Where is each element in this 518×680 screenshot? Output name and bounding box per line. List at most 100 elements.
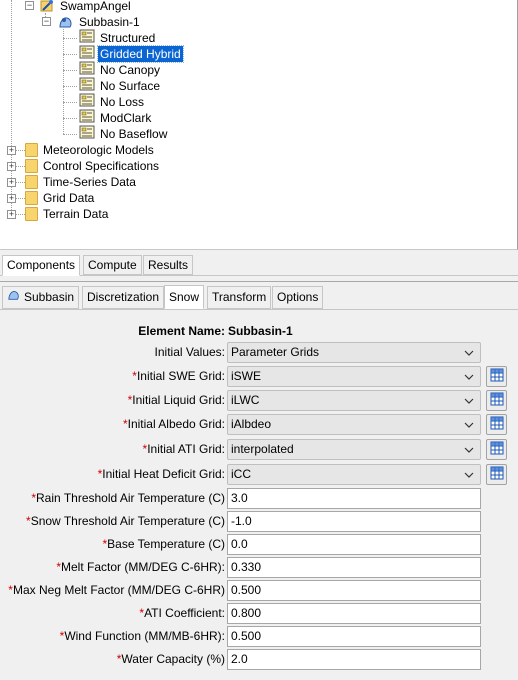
collapse-subbasin-toggle[interactable]: −	[42, 17, 51, 26]
expand-folder-toggle[interactable]: +	[7, 194, 16, 203]
rain-threshold-row: *Rain Threshold Air Temperature (C) 3.0	[0, 487, 518, 509]
initial-albedo-grid-row: *Initial Albedo Grid: iAlbdeo	[0, 413, 518, 435]
folder-icon	[25, 191, 38, 205]
chevron-down-icon	[462, 465, 476, 484]
initial-heat-deficit-grid-row: *Initial Heat Deficit Grid: iCC	[0, 463, 518, 485]
tree-node-folder[interactable]: Grid Data	[25, 190, 96, 206]
max-neg-melt-factor-input[interactable]: 0.500	[227, 580, 481, 601]
tree-node-method[interactable]: ModClark	[79, 109, 153, 126]
grid-picker-button[interactable]	[486, 390, 507, 411]
tab-components[interactable]: Components	[2, 255, 81, 276]
initial-heat-deficit-grid-select[interactable]: iCC	[227, 464, 481, 485]
ati-coefficient-row: *ATI Coefficient: 0.800	[0, 602, 518, 624]
expand-folder-toggle[interactable]: +	[7, 210, 16, 219]
initial-ati-grid-select[interactable]: interpolated	[227, 439, 481, 460]
tree-label: Time-Series Data	[43, 175, 136, 189]
wind-function-row: *Wind Function (MM/MB-6HR): 0.500	[0, 625, 518, 647]
chevron-down-icon	[462, 367, 476, 386]
grid-picker-button[interactable]	[486, 439, 507, 460]
tab-subbasin[interactable]: Subbasin	[2, 286, 80, 309]
chevron-down-icon	[462, 343, 476, 362]
field-label: *Snow Threshold Air Temperature (C)	[26, 514, 225, 528]
tree-node-folder[interactable]: Time-Series Data	[25, 174, 138, 190]
select-value: iAlbdeo	[231, 417, 272, 431]
max-neg-melt-factor-row: *Max Neg Melt Factor (MM/DEG C-6HR) 0.50…	[0, 579, 518, 601]
grid-icon	[490, 392, 504, 409]
expand-folder-toggle[interactable]: +	[7, 178, 16, 187]
folder-icon	[25, 207, 38, 221]
tree-node-method[interactable]: No Loss	[79, 93, 146, 110]
tab-options[interactable]: Options	[272, 286, 324, 309]
tab-discretization[interactable]: Discretization	[82, 286, 165, 309]
field-label: *Initial Liquid Grid:	[127, 393, 225, 407]
tree-node-folder[interactable]: Meteorologic Models	[25, 142, 156, 158]
expand-folder-toggle[interactable]: +	[7, 146, 16, 155]
tree-node-folder[interactable]: Control Specifications	[25, 158, 161, 174]
tree-label: Meteorologic Models	[43, 143, 154, 157]
tree-node-method[interactable]: No Surface	[79, 77, 162, 94]
melt-factor-row: *Melt Factor (MM/DEG C-6HR): 0.330	[0, 556, 518, 578]
tree-label: Gridded Hybrid	[97, 45, 184, 63]
panel-separator[interactable]	[0, 281, 518, 282]
initial-albedo-grid-select[interactable]: iAlbdeo	[227, 414, 481, 435]
field-label: *Water Capacity (%)	[116, 652, 225, 666]
tree-node-method[interactable]: No Baseflow	[79, 125, 169, 142]
grid-icon	[490, 466, 504, 483]
initial-liquid-grid-select[interactable]: iLWC	[227, 390, 481, 411]
component-tree: − SwampAngel − Subbasin-1 Structured Gri…	[0, 0, 518, 250]
subbasin-icon	[58, 15, 74, 29]
base-temperature-row: *Base Temperature (C) 0.0	[0, 533, 518, 555]
tree-node-method[interactable]: No Canopy	[79, 61, 162, 78]
element-name-row: Element Name: Subbasin-1	[0, 320, 518, 342]
tab-label: Subbasin	[24, 290, 75, 304]
snow-threshold-input[interactable]: -1.0	[227, 511, 481, 532]
grid-icon	[490, 368, 504, 385]
snow-editor-form: Element Name: Subbasin-1 Initial Values:…	[0, 310, 518, 680]
water-capacity-row: *Water Capacity (%) 2.0	[0, 648, 518, 670]
tree-label: No Baseflow	[100, 127, 168, 141]
grid-icon	[490, 416, 504, 433]
ati-coefficient-input[interactable]: 0.800	[227, 603, 481, 624]
tab-transform[interactable]: Transform	[207, 286, 272, 309]
initial-values-label: Initial Values:	[154, 345, 225, 359]
snow-threshold-row: *Snow Threshold Air Temperature (C) -1.0	[0, 510, 518, 532]
tab-snow[interactable]: Snow	[164, 285, 205, 309]
rain-threshold-input[interactable]: 3.0	[227, 488, 481, 509]
expand-folder-toggle[interactable]: +	[7, 162, 16, 171]
tree-node-method[interactable]: Structured	[79, 29, 157, 46]
base-temperature-input[interactable]: 0.0	[227, 534, 481, 555]
tree-label: Terrain Data	[43, 207, 109, 221]
initial-liquid-grid-row: *Initial Liquid Grid: iLWC	[0, 389, 518, 411]
initial-swe-grid-row: *Initial SWE Grid: iSWE	[0, 365, 518, 387]
chevron-down-icon	[462, 440, 476, 459]
grid-picker-button[interactable]	[486, 464, 507, 485]
tree-node-folder[interactable]: Terrain Data	[25, 206, 110, 222]
collapse-root-toggle[interactable]: −	[25, 1, 34, 10]
chevron-down-icon	[462, 415, 476, 434]
tab-compute[interactable]: Compute	[83, 255, 142, 275]
field-label: *Initial Heat Deficit Grid:	[97, 467, 225, 481]
field-label: *Rain Threshold Air Temperature (C)	[31, 491, 225, 505]
field-label: *ATI Coefficient:	[139, 606, 225, 620]
element-name-value: Subbasin-1	[228, 324, 293, 338]
initial-swe-grid-select[interactable]: iSWE	[227, 366, 481, 387]
tree-label: Structured	[100, 31, 156, 45]
water-capacity-input[interactable]: 2.0	[227, 649, 481, 670]
grid-picker-button[interactable]	[486, 414, 507, 435]
tree-label: No Canopy	[100, 63, 161, 77]
folder-icon	[25, 159, 38, 173]
folder-icon	[25, 175, 38, 189]
grid-picker-button[interactable]	[486, 366, 507, 387]
tree-node-swampangel[interactable]: SwampAngel	[40, 0, 133, 14]
field-label: *Initial SWE Grid:	[132, 369, 225, 383]
tree-node-subbasin-1[interactable]: Subbasin-1	[58, 14, 142, 30]
wind-function-input[interactable]: 0.500	[227, 626, 481, 647]
melt-factor-input[interactable]: 0.330	[227, 557, 481, 578]
initial-values-select[interactable]: Parameter Grids	[227, 342, 481, 363]
tree-label: No Surface	[100, 79, 161, 93]
tree-label: Control Specifications	[43, 159, 160, 173]
tree-label: SwampAngel	[60, 0, 131, 13]
field-label: *Max Neg Melt Factor (MM/DEG C-6HR)	[8, 583, 225, 597]
tab-results[interactable]: Results	[143, 255, 194, 275]
tree-node-method-selected[interactable]: Gridded Hybrid	[79, 45, 184, 63]
